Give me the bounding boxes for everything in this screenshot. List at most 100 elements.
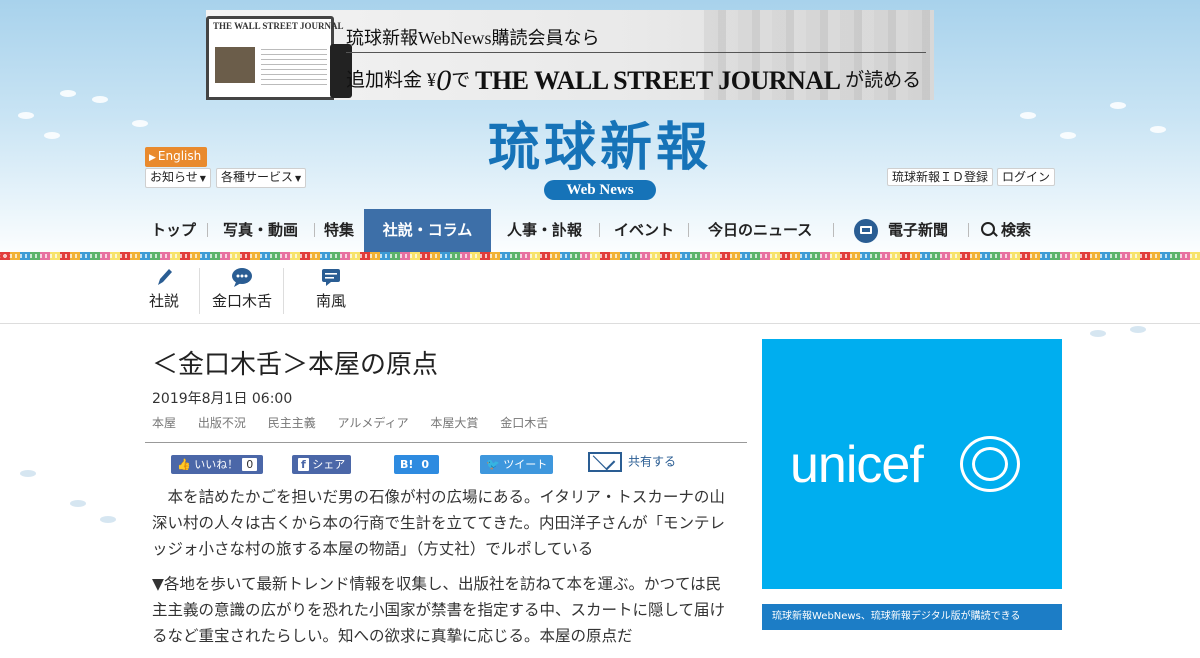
banner-zero: 0	[436, 64, 452, 97]
nav-search[interactable]: 検索	[981, 209, 1031, 252]
tag-link[interactable]: 本屋大賞	[430, 416, 478, 430]
banner-divider	[346, 52, 926, 53]
fish-decoration	[100, 516, 116, 523]
speech-bubble-icon	[232, 268, 252, 287]
logo-subtitle: Web News	[544, 180, 656, 200]
fish-decoration	[1130, 326, 1146, 333]
facebook-like-button[interactable]: 👍 いいね！ 0	[171, 455, 264, 474]
tag-link[interactable]: アルメディア	[338, 416, 409, 430]
e-paper-label: 電子新聞	[888, 221, 949, 239]
subnav-kinkou-label: 金口木舌	[211, 292, 272, 310]
play-icon: ▶	[149, 153, 156, 163]
banner-subline: 追加料金 ¥0で THE WALL STREET JOURNAL が読める	[346, 64, 921, 98]
nav-separator	[207, 223, 208, 237]
article-paragraph: ▼各地を歩いて最新トレンド情報を収集し、出版社を訪ねて本を運ぶ。かつては民主主義…	[152, 575, 726, 645]
fish-decoration	[1090, 330, 1106, 337]
search-icon	[981, 222, 995, 236]
subnav-nanpu-label: 南風	[315, 292, 346, 310]
subnav-editorial[interactable]: 社説	[145, 266, 183, 318]
fish-decoration	[1110, 102, 1126, 109]
search-label: 検索	[1001, 221, 1032, 239]
caret-down-icon: ▼	[295, 174, 302, 183]
twitter-bird-icon: 🐦	[486, 458, 500, 471]
share-all-label: 共有する	[628, 454, 677, 469]
nav-event[interactable]: イベント	[614, 209, 674, 252]
banner-prefix: 追加料金	[346, 70, 423, 91]
pen-icon	[158, 269, 172, 285]
unicef-wordmark: unicef	[790, 436, 924, 494]
message-icon	[322, 269, 340, 286]
fish-decoration	[92, 96, 108, 103]
article-paragraph: 本を詰めたかごを担いだ男の石像が村の広場にある。イタリア・トスカーナの山深い村の…	[152, 488, 726, 558]
nav-separator	[833, 223, 834, 237]
fish-decoration	[1060, 132, 1076, 139]
facebook-share-button[interactable]: f シェア	[292, 455, 352, 474]
unicef-emblem-icon	[960, 436, 1020, 492]
fish-decoration	[44, 132, 60, 139]
nav-feature[interactable]: 特集	[324, 209, 354, 252]
tag-link[interactable]: 出版不況	[198, 416, 246, 430]
webnews-ad[interactable]: 琉球新報WebNews、琉球新報デジタル版が購読できる	[762, 604, 1062, 630]
hatena-count: 0	[421, 458, 430, 471]
subnav-bottom-border	[0, 323, 1200, 324]
article-tags: 本屋 出版不況 民主主義 アルメディア 本屋大賞 金口木舌	[152, 414, 566, 431]
english-link[interactable]: ▶ English	[145, 147, 208, 167]
hatena-bookmark-button[interactable]: B! 0	[394, 455, 440, 474]
laptop-image: THE WALL STREET JOURNAL	[206, 16, 343, 100]
unicef-ad[interactable]: unicef	[762, 339, 1062, 589]
fish-decoration	[1150, 126, 1166, 133]
subnav-kinkou[interactable]: 金口木舌	[209, 266, 275, 318]
article-date: 2019年8月1日 06:00	[152, 391, 293, 407]
notices-dropdown[interactable]: お知らせ ▼	[145, 168, 211, 188]
hatena-label: B!	[400, 458, 414, 471]
nav-e-paper[interactable]: 電子新聞	[854, 209, 948, 252]
nav-separator	[599, 223, 600, 237]
envelope-icon	[588, 452, 622, 472]
wsj-logo-text: THE WALL STREET JOURNAL	[475, 66, 841, 95]
site-logo[interactable]: 琉球新報 Web News	[450, 118, 750, 200]
tag-link[interactable]: 金口木舌	[500, 416, 548, 430]
fish-decoration	[1020, 112, 1036, 119]
fish-decoration	[20, 470, 36, 477]
fish-decoration	[132, 120, 148, 127]
like-count: 0	[242, 458, 258, 471]
nav-photo-video[interactable]: 写真・動画	[223, 209, 298, 252]
wsj-banner-ad[interactable]: THE WALL STREET JOURNAL 琉球新報WebNews購読会員な…	[206, 10, 934, 100]
nav-editorial-column[interactable]: 社説・コラム	[364, 209, 491, 252]
subnav-editorial-label: 社説	[148, 292, 179, 310]
nav-personnel-obituary[interactable]: 人事・訃報	[507, 209, 582, 252]
facebook-icon: f	[298, 458, 309, 471]
banner-suffix: が読める	[845, 70, 922, 91]
share-email-button[interactable]: 共有する	[588, 452, 676, 472]
services-label: 各種サービス	[221, 170, 294, 184]
fish-decoration	[18, 112, 34, 119]
logo-text: 琉球新報	[487, 117, 712, 178]
decorative-pattern-strip	[0, 252, 1200, 260]
laptop-photo	[215, 47, 255, 83]
notices-label: お知らせ	[150, 170, 198, 184]
tag-link[interactable]: 民主主義	[268, 416, 316, 430]
subnav-separator	[283, 268, 284, 314]
caret-down-icon: ▼	[199, 174, 206, 183]
article-title: ＜金口木舌＞本屋の原点	[152, 350, 439, 380]
like-label: いいね！	[194, 458, 239, 471]
subnav-separator	[199, 268, 200, 314]
fish-decoration	[60, 90, 76, 97]
share-label: シェア	[312, 458, 346, 471]
nav-separator	[688, 223, 689, 237]
services-dropdown[interactable]: 各種サービス ▼	[216, 168, 307, 188]
login-button[interactable]: ログイン	[997, 168, 1056, 186]
subnav-nanpu[interactable]: 南風	[313, 266, 349, 318]
tag-link[interactable]: 本屋	[152, 416, 176, 430]
fish-decoration	[70, 500, 86, 507]
tweet-label: ツイート	[503, 458, 548, 471]
english-label: English	[157, 149, 202, 163]
tweet-button[interactable]: 🐦 ツイート	[480, 455, 554, 474]
banner-headline: 琉球新報WebNews購読会員なら	[346, 28, 600, 48]
article-divider	[145, 442, 747, 443]
id-register-button[interactable]: 琉球新報ＩＤ登録	[887, 168, 994, 186]
nav-top[interactable]: トップ	[151, 209, 196, 252]
nav-separator	[968, 223, 969, 237]
banner-de: で	[451, 70, 471, 91]
nav-today-news[interactable]: 今日のニュース	[708, 209, 812, 252]
